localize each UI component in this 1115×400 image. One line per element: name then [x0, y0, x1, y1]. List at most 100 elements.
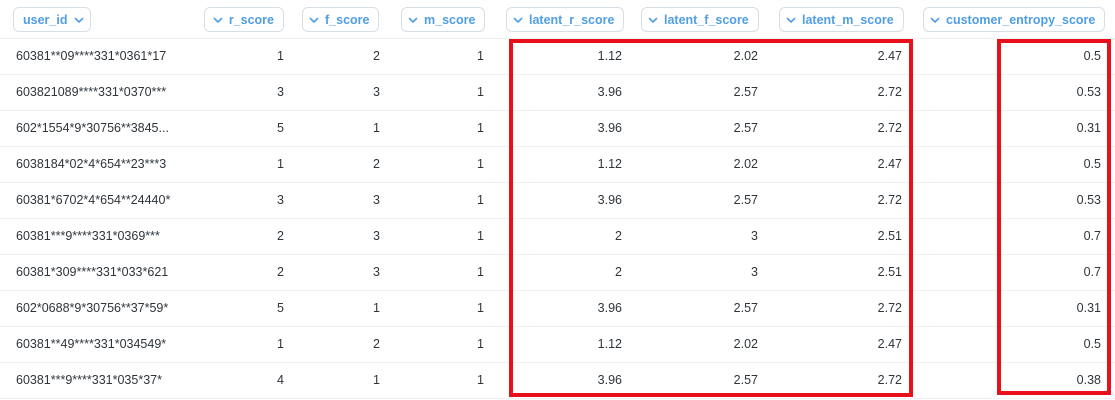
cell-latent-m-score: 2.51 — [877, 265, 902, 279]
cell-customer-entropy-score: 0.5 — [1083, 49, 1101, 63]
cell-m-score: 1 — [477, 373, 484, 387]
cell-r-score: 4 — [277, 373, 284, 387]
cell-latent-r-score: 3.96 — [597, 193, 622, 207]
cell-latent-f-score: 2.02 — [733, 337, 758, 351]
cell-latent-m-score: 2.72 — [877, 85, 902, 99]
cell-r-score: 5 — [277, 121, 284, 135]
cell-customer-entropy-score: 0.7 — [1083, 265, 1101, 279]
cell-latent-r-score: 2 — [615, 229, 622, 243]
chevron-down-icon — [213, 15, 223, 25]
table-header: user_id r_score f_score m_score latent_r_sco… — [0, 0, 1115, 39]
cell-latent-r-score: 3.96 — [597, 373, 622, 387]
table-row: 60381**49****331*034549* 1 2 1 1.12 2.02 2.47 0… — [0, 327, 1115, 363]
cell-user-id[interactable]: 60381***9****331*0369*** — [16, 219, 196, 254]
chevron-down-icon — [408, 15, 418, 25]
cell-r-score: 1 — [277, 49, 284, 63]
cell-r-score: 5 — [277, 301, 284, 315]
cell-latent-f-score: 3 — [751, 265, 758, 279]
cell-customer-entropy-score: 0.38 — [1076, 373, 1101, 387]
table-row: 602*0688*9*30756**37*59* 5 1 1 3.96 2.57 2.72 0… — [0, 291, 1115, 327]
cell-user-id[interactable]: 60381**49****331*034549* — [16, 327, 196, 362]
column-header-r-score[interactable]: r_score — [204, 7, 284, 32]
column-header-m-score[interactable]: m_score — [401, 7, 486, 32]
cell-user-id[interactable]: 6038184*02*4*654**23***3 — [16, 147, 196, 182]
cell-latent-m-score: 2.51 — [877, 229, 902, 243]
cell-f-score: 1 — [373, 301, 380, 315]
cell-f-score: 2 — [373, 49, 380, 63]
column-header-latent-r-score[interactable]: latent_r_score — [506, 7, 625, 32]
cell-r-score: 2 — [277, 229, 284, 243]
chevron-down-icon — [648, 15, 658, 25]
table-row: 6038184*02*4*654**23***3 1 2 1 1.12 2.02 2.47 0… — [0, 147, 1115, 183]
table-row: 60381*6702*4*654**24440* 3 3 1 3.96 2.57 2.72 0… — [0, 183, 1115, 219]
column-header-label: m_score — [424, 12, 476, 27]
cell-latent-m-score: 2.72 — [877, 193, 902, 207]
cell-user-id[interactable]: 60381***9****331*035*37* — [16, 363, 196, 398]
table-row: 602*1554*9*30756**3845... 5 1 1 3.96 2.57 2.72… — [0, 111, 1115, 147]
cell-latent-f-score: 2.02 — [733, 49, 758, 63]
cell-r-score: 2 — [277, 265, 284, 279]
cell-r-score: 1 — [277, 337, 284, 351]
cell-r-score: 3 — [277, 193, 284, 207]
cell-user-id[interactable]: 60381*309****331*033*621 — [16, 255, 196, 290]
cell-latent-m-score: 2.72 — [877, 301, 902, 315]
chevron-down-icon — [309, 15, 319, 25]
cell-customer-entropy-score: 0.5 — [1083, 337, 1101, 351]
cell-customer-entropy-score: 0.31 — [1076, 121, 1101, 135]
cell-customer-entropy-score: 0.53 — [1076, 85, 1101, 99]
cell-latent-f-score: 2.57 — [733, 85, 758, 99]
cell-latent-f-score: 2.57 — [733, 193, 758, 207]
table-row: 60381***9****331*0369*** 2 3 1 2 3 2.51 0.7 — [0, 219, 1115, 255]
column-header-label: user_id — [23, 12, 68, 27]
cell-latent-m-score: 2.47 — [877, 337, 902, 351]
cell-latent-m-score: 2.72 — [877, 121, 902, 135]
cell-f-score: 3 — [373, 193, 380, 207]
cell-m-score: 1 — [477, 301, 484, 315]
cell-user-id[interactable]: 602*0688*9*30756**37*59* — [16, 291, 196, 326]
table-row: 60381*309****331*033*621 2 3 1 2 3 2.51 0.7 — [0, 255, 1115, 291]
cell-latent-r-score: 1.12 — [597, 157, 622, 171]
cell-m-score: 1 — [477, 265, 484, 279]
column-header-customer-entropy-score[interactable]: customer_entropy_score — [923, 7, 1106, 32]
cell-latent-m-score: 2.47 — [877, 157, 902, 171]
cell-f-score: 2 — [373, 337, 380, 351]
column-header-latent-f-score[interactable]: latent_f_score — [641, 7, 759, 32]
table-row: 60381**09****331*0361*17 1 2 1 1.12 2.02 2.47 0… — [0, 39, 1115, 75]
cell-latent-f-score: 2.57 — [733, 373, 758, 387]
cell-m-score: 1 — [477, 193, 484, 207]
column-header-f-score[interactable]: f_score — [302, 7, 380, 32]
cell-f-score: 1 — [373, 373, 380, 387]
cell-user-id[interactable]: 60381*6702*4*654**24440* — [16, 183, 196, 218]
cell-latent-f-score: 2.57 — [733, 301, 758, 315]
cell-m-score: 1 — [477, 121, 484, 135]
cell-user-id[interactable]: 603821089****331*0370*** — [16, 75, 196, 110]
cell-latent-r-score: 2 — [615, 265, 622, 279]
cell-f-score: 3 — [373, 265, 380, 279]
cell-latent-r-score: 1.12 — [597, 49, 622, 63]
cell-latent-f-score: 2.57 — [733, 121, 758, 135]
cell-customer-entropy-score: 0.53 — [1076, 193, 1101, 207]
cell-f-score: 3 — [373, 85, 380, 99]
column-header-label: customer_entropy_score — [946, 12, 1096, 27]
cell-customer-entropy-score: 0.5 — [1083, 157, 1101, 171]
cell-user-id[interactable]: 602*1554*9*30756**3845... — [16, 111, 196, 146]
cell-latent-r-score: 1.12 — [597, 337, 622, 351]
cell-m-score: 1 — [477, 337, 484, 351]
cell-latent-r-score: 3.96 — [597, 121, 622, 135]
cell-latent-m-score: 2.72 — [877, 373, 902, 387]
cell-m-score: 1 — [477, 49, 484, 63]
cell-latent-r-score: 3.96 — [597, 301, 622, 315]
chevron-down-icon — [786, 15, 796, 25]
cell-f-score: 1 — [373, 121, 380, 135]
column-header-latent-m-score[interactable]: latent_m_score — [779, 7, 904, 32]
chevron-down-icon — [930, 15, 940, 25]
column-header-label: latent_r_score — [529, 12, 615, 27]
cell-customer-entropy-score: 0.7 — [1083, 229, 1101, 243]
cell-user-id[interactable]: 60381**09****331*0361*17 — [16, 39, 196, 74]
column-header-label: f_score — [325, 12, 370, 27]
cell-latent-f-score: 2.02 — [733, 157, 758, 171]
table-row: 603821089****331*0370*** 3 3 1 3.96 2.57 2.72 0… — [0, 75, 1115, 111]
column-header-user-id[interactable]: user_id — [13, 7, 92, 32]
cell-m-score: 1 — [477, 229, 484, 243]
cell-r-score: 3 — [277, 85, 284, 99]
